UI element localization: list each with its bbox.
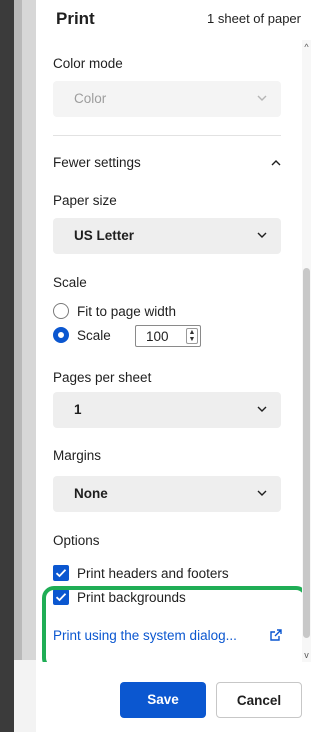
paper-size-value: US Letter xyxy=(74,228,135,243)
scale-stepper[interactable]: 100 ▲ ▼ xyxy=(135,325,201,347)
checkmark-icon xyxy=(55,593,67,602)
external-link-icon xyxy=(270,629,282,641)
chevron-down-icon xyxy=(257,95,267,101)
chevron-up-icon xyxy=(271,160,281,166)
margins-value: None xyxy=(74,486,108,501)
divider xyxy=(53,135,281,136)
chevron-down-icon xyxy=(257,406,267,412)
print-window: Print 1 sheet of paper Color mode Color … xyxy=(0,0,311,732)
print-backgrounds-checkbox[interactable] xyxy=(53,589,69,605)
checkmark-icon xyxy=(55,569,67,578)
settings-scrollbar[interactable]: ^ v xyxy=(302,40,311,662)
settings-scroll-area: Color mode Color Fewer settings Paper si… xyxy=(36,40,302,662)
pages-per-sheet-select[interactable]: 1 xyxy=(53,392,281,428)
print-settings-panel: Print 1 sheet of paper Color mode Color … xyxy=(36,0,311,732)
paper-size-label: Paper size xyxy=(53,193,117,208)
chevron-down-icon xyxy=(257,232,267,238)
options-label: Options xyxy=(53,533,100,548)
fit-to-page-width-option[interactable]: Fit to page width xyxy=(53,301,293,323)
print-headers-footers-option[interactable]: Print headers and footers xyxy=(53,564,293,584)
print-backgrounds-label: Print backgrounds xyxy=(77,590,186,605)
system-dialog-label: Print using the system dialog... xyxy=(53,628,237,643)
print-preview-area xyxy=(14,0,36,732)
scroll-down-icon[interactable]: v xyxy=(302,650,311,660)
save-button[interactable]: Save xyxy=(120,682,206,718)
scroll-up-icon[interactable]: ^ xyxy=(302,42,311,52)
color-mode-select: Color xyxy=(53,81,281,117)
background-edge xyxy=(0,0,14,732)
custom-scale-radio[interactable] xyxy=(53,327,69,343)
fit-to-page-width-radio[interactable] xyxy=(53,303,69,319)
preview-page-shadow xyxy=(14,0,22,660)
scale-label: Scale xyxy=(53,275,87,290)
scrollbar-thumb[interactable] xyxy=(303,268,310,638)
scale-value: 100 xyxy=(146,329,169,344)
fewer-settings-toggle[interactable]: Fewer settings xyxy=(53,152,283,176)
pages-per-sheet-label: Pages per sheet xyxy=(53,370,152,385)
margins-label: Margins xyxy=(53,448,102,463)
custom-scale-label: Scale xyxy=(77,328,111,343)
cancel-button[interactable]: Cancel xyxy=(216,682,302,718)
sheet-count: 1 sheet of paper xyxy=(207,11,301,26)
margins-select[interactable]: None xyxy=(53,476,281,512)
print-backgrounds-option[interactable]: Print backgrounds xyxy=(53,588,293,608)
color-mode-label: Color mode xyxy=(53,56,123,71)
print-using-system-dialog-link[interactable]: Print using the system dialog... xyxy=(53,626,283,646)
chevron-down-icon xyxy=(257,490,267,496)
fewer-settings-label: Fewer settings xyxy=(53,155,141,170)
stepper-arrows-icon[interactable]: ▲ ▼ xyxy=(186,328,198,344)
print-headers-footers-label: Print headers and footers xyxy=(77,566,229,581)
color-mode-value: Color xyxy=(74,91,107,106)
print-header: Print 1 sheet of paper xyxy=(56,0,303,38)
page-title: Print xyxy=(56,9,95,28)
print-headers-footers-checkbox[interactable] xyxy=(53,565,69,581)
print-footer: Save Cancel xyxy=(36,662,311,732)
pages-per-sheet-value: 1 xyxy=(74,402,82,417)
paper-size-select[interactable]: US Letter xyxy=(53,218,281,254)
custom-scale-option[interactable]: Scale 100 ▲ ▼ xyxy=(53,325,293,347)
fit-to-page-width-label: Fit to page width xyxy=(77,304,177,319)
